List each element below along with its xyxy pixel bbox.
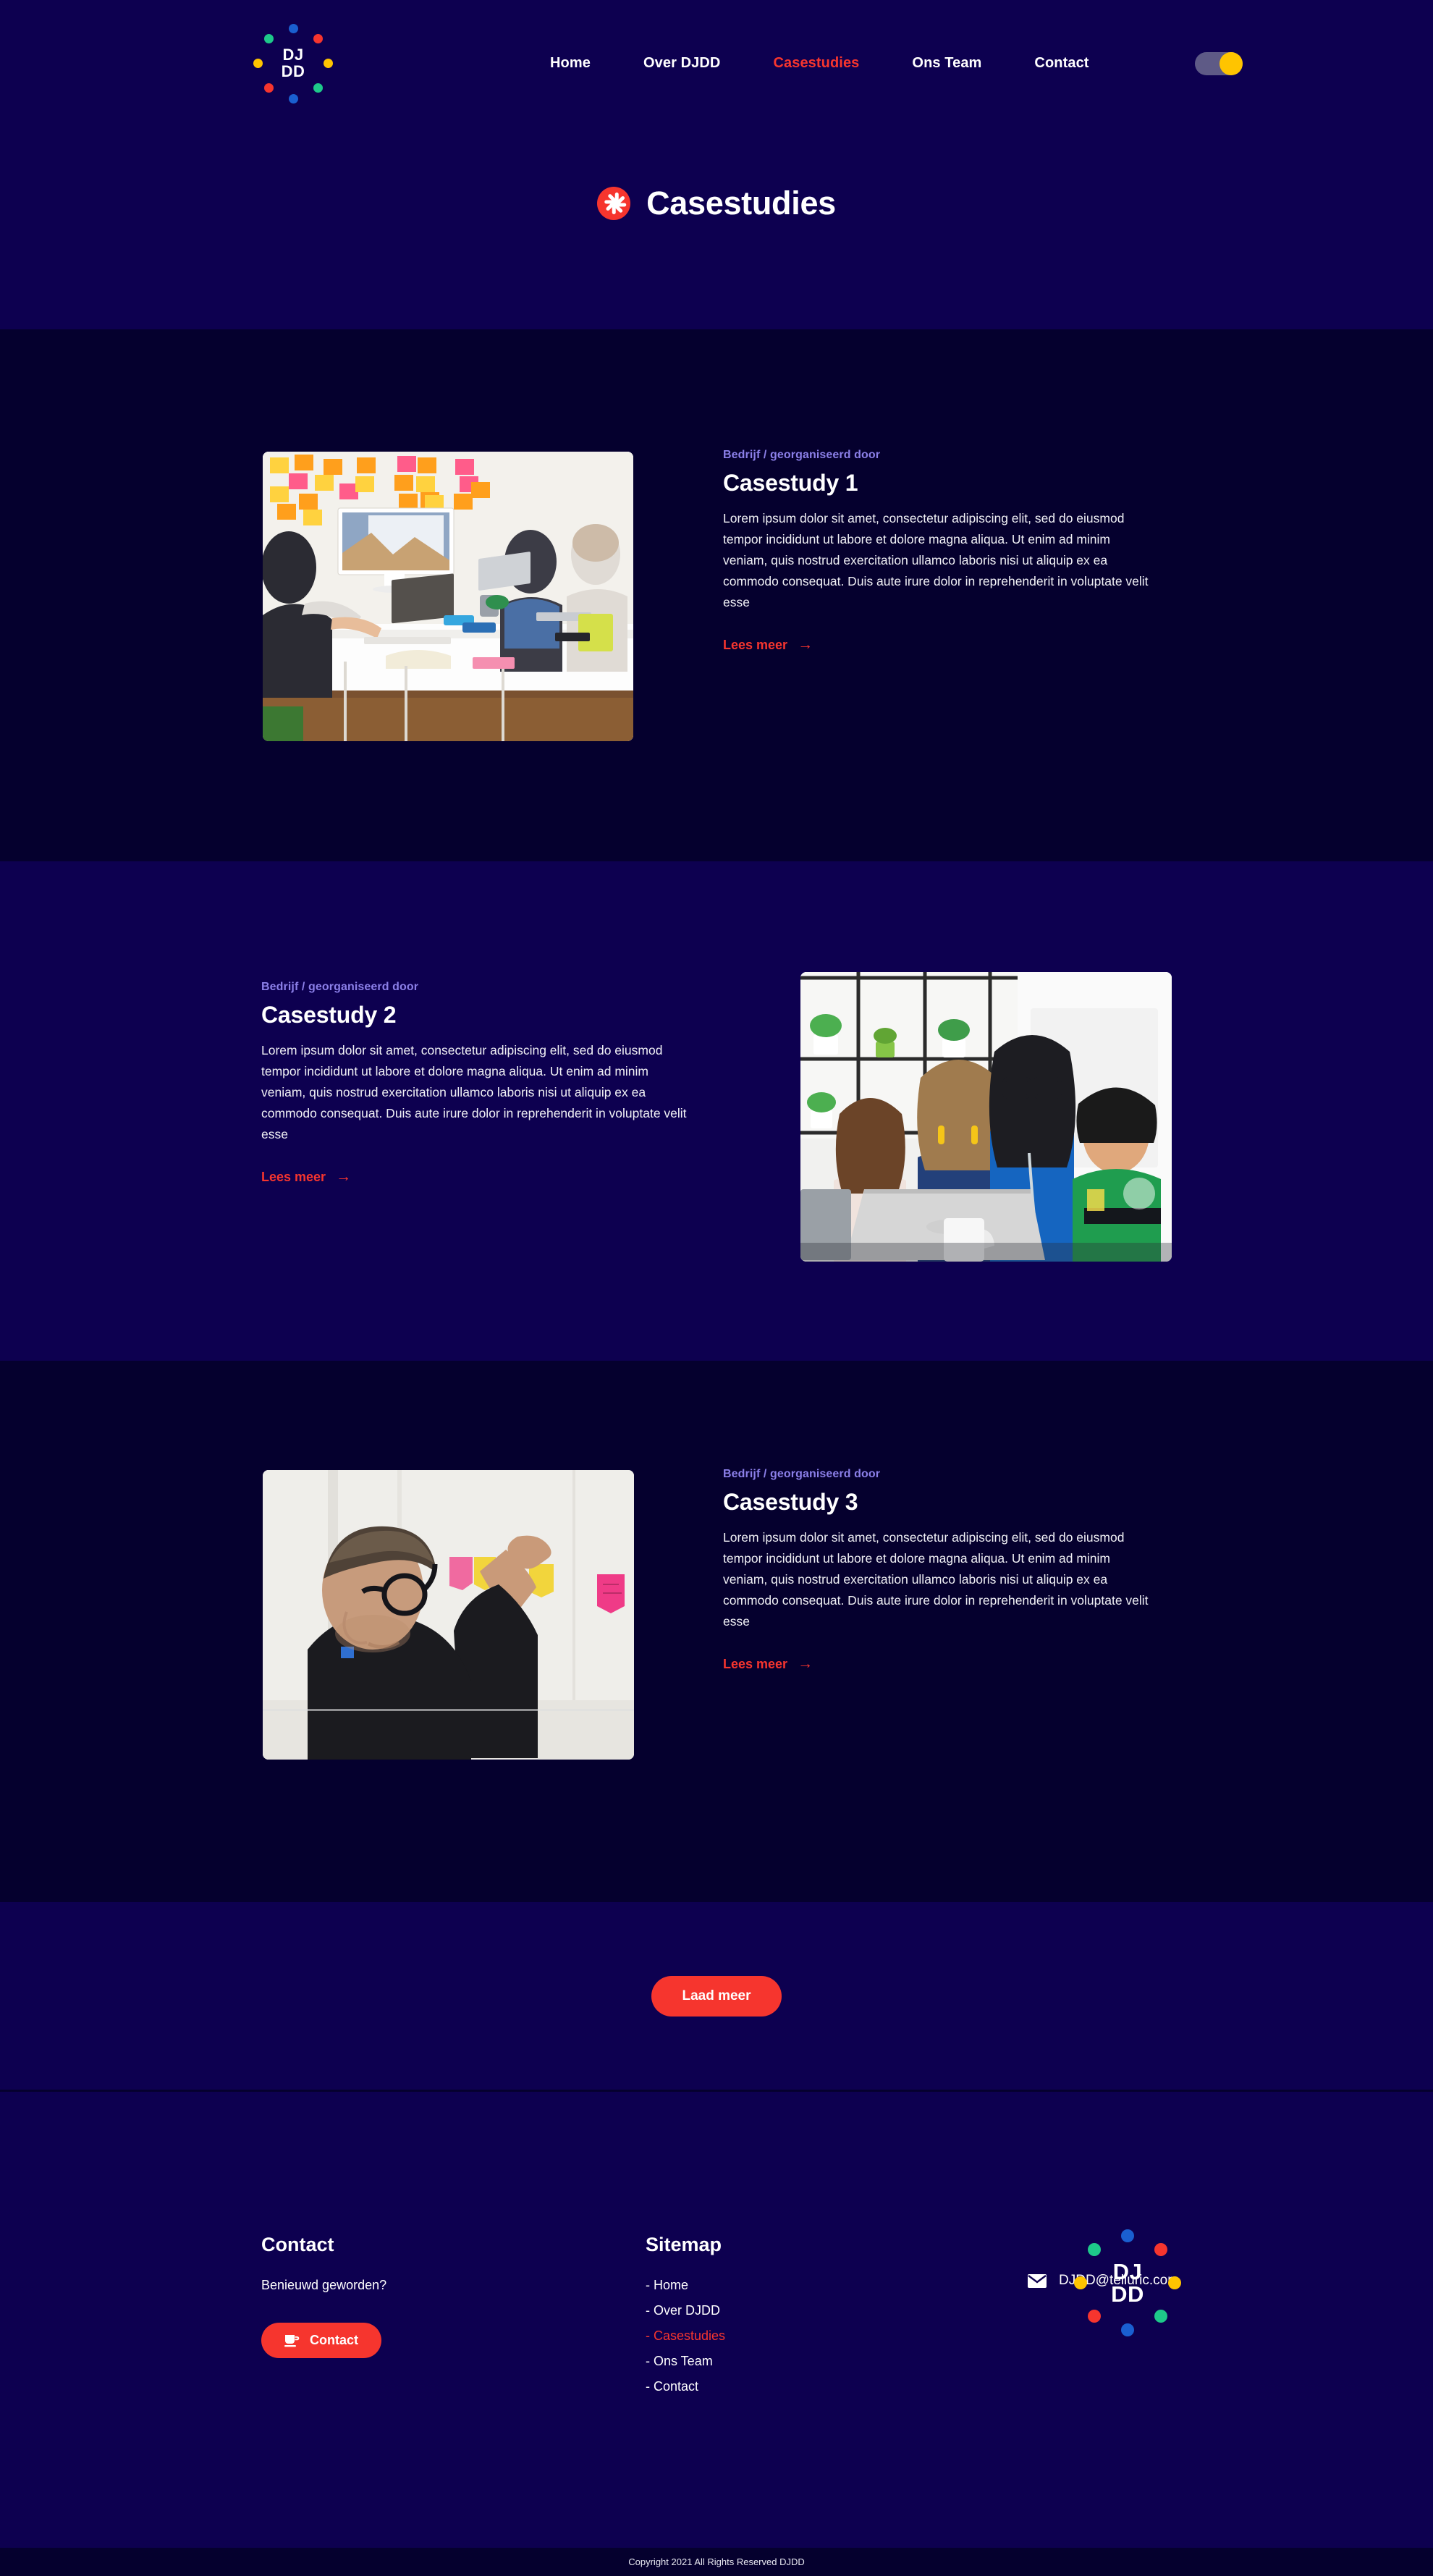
header-section: DJ DD Home Over DJDD Casestudies Ons Tea…	[0, 0, 1433, 329]
casestudy-3-read-more-link[interactable]: Lees meer →	[723, 1655, 813, 1673]
asterisk-burst-icon	[597, 187, 631, 220]
casestudy-1-photo	[263, 452, 633, 741]
sitemap-link-home[interactable]: - Home	[646, 2278, 688, 2292]
casestudy-section-3: Bedrijf / georganiseerd door Casestudy 3…	[0, 1361, 1433, 1902]
copyright-text: Copyright 2021 All Rights Reserved DJDD	[628, 2556, 805, 2567]
casestudy-section-1: Bedrijf / georganiseerd door Casestudy 1…	[0, 329, 1433, 861]
casestudy-3-title: Casestudy 3	[723, 1489, 858, 1515]
nav-item-contact[interactable]: Contact	[1034, 55, 1089, 72]
casestudy-2-photo	[800, 972, 1172, 1262]
arrow-right-icon: →	[336, 1168, 352, 1186]
casestudy-3-content: Bedrijf / georganiseerd door Casestudy 3…	[723, 1468, 1157, 1672]
footer-logo-wordmark: DJ DD	[1074, 2229, 1181, 2336]
casestudy-1-eyebrow: Bedrijf / georganiseerd door	[723, 449, 881, 461]
sitemap-list-item: - Ons Team	[646, 2354, 921, 2369]
casestudy-1-body: Lorem ipsum dolor sit amet, consectetur …	[723, 511, 1149, 610]
casestudy-section-2: Bedrijf / georganiseerd door Casestudy 2…	[0, 861, 1433, 1361]
footer-sitemap-column: Sitemap - Home - Over DJDD - Casestudies…	[646, 2234, 921, 2404]
nav-item-over-djdd[interactable]: Over DJDD	[643, 55, 721, 72]
casestudy-2-title: Casestudy 2	[261, 1002, 397, 1028]
hero-heading-block: Casestudies	[0, 185, 1433, 222]
casestudy-2-read-more-link[interactable]: Lees meer →	[261, 1168, 352, 1186]
read-more-label: Lees meer	[723, 638, 788, 653]
sitemap-list-item: - Home	[646, 2278, 921, 2293]
nav-item-ons-team[interactable]: Ons Team	[912, 55, 981, 72]
footer-brand-column: DJ DD DJDD@telluric.com	[1028, 2229, 1332, 2336]
casestudy-1-content: Bedrijf / georganiseerd door Casestudy 1…	[723, 449, 1157, 653]
footer-contact-column: Contact Benieuwd geworden? Contact	[261, 2234, 565, 2358]
page-title: Casestudies	[646, 185, 836, 221]
coffee-cup-icon	[284, 2334, 300, 2347]
footer-contact-button[interactable]: Contact	[261, 2323, 381, 2358]
casestudy-3-eyebrow: Bedrijf / georganiseerd door	[723, 1468, 881, 1480]
footer-sitemap-heading: Sitemap	[646, 2234, 722, 2255]
arrow-right-icon: →	[798, 1655, 813, 1673]
read-more-label: Lees meer	[261, 1170, 326, 1185]
casestudy-3-photo	[263, 1470, 634, 1760]
nav-item-casestudies[interactable]: Casestudies	[773, 55, 859, 72]
casestudy-1-image[interactable]	[263, 452, 633, 741]
envelope-icon	[1028, 2273, 1047, 2288]
footer-contact-heading: Contact	[261, 2234, 334, 2255]
sitemap-list-item: - Over DJDD	[646, 2303, 921, 2318]
casestudy-2-body: Lorem ipsum dolor sit amet, consectetur …	[261, 1043, 687, 1142]
logo-line-2: DD	[281, 62, 305, 80]
footer-logo-line-1: DJ	[1112, 2259, 1143, 2284]
nav-item-home[interactable]: Home	[550, 55, 591, 72]
arrow-right-icon: →	[798, 636, 813, 654]
read-more-label: Lees meer	[723, 1657, 788, 1672]
sitemap-list-item: - Casestudies	[646, 2328, 921, 2344]
sitemap-link-contact[interactable]: - Contact	[646, 2379, 698, 2394]
load-more-button[interactable]: Laad meer	[651, 1975, 782, 2017]
casestudy-2-content: Bedrijf / georganiseerd door Casestudy 2…	[261, 981, 696, 1185]
load-more-section: Laad meer	[0, 1902, 1433, 2090]
footer-contact-button-label: Contact	[310, 2333, 358, 2347]
sitemap-list-item: - Contact	[646, 2379, 921, 2394]
primary-navigation: Home Over DJDD Casestudies Ons Team Cont…	[550, 51, 1243, 75]
theme-toggle-switch[interactable]	[1194, 51, 1243, 75]
sitemap-link-ons-team[interactable]: - Ons Team	[646, 2354, 713, 2368]
site-footer: Contact Benieuwd geworden? Contact Sitem…	[0, 2090, 1433, 2548]
casestudy-1-title: Casestudy 1	[723, 470, 858, 496]
copyright-bar: Copyright 2021 All Rights Reserved DJDD	[0, 2548, 1433, 2576]
footer-sitemap-list: - Home - Over DJDD - Casestudies - Ons T…	[646, 2278, 921, 2394]
theme-toggle-knob	[1219, 51, 1243, 75]
sitemap-link-over-djdd[interactable]: - Over DJDD	[646, 2303, 720, 2318]
navbar: DJ DD Home Over DJDD Casestudies Ons Tea…	[0, 0, 1433, 127]
footer-contact-subtitle: Benieuwd geworden?	[261, 2278, 387, 2292]
casestudy-3-body: Lorem ipsum dolor sit amet, consectetur …	[723, 1530, 1149, 1629]
sitemap-link-casestudies[interactable]: - Casestudies	[646, 2328, 725, 2343]
casestudy-2-eyebrow: Bedrijf / georganiseerd door	[261, 981, 419, 993]
casestudy-2-image[interactable]	[800, 972, 1172, 1262]
footer-logo-line-2: DD	[1111, 2281, 1144, 2307]
site-logo[interactable]: DJ DD	[253, 23, 333, 104]
logo-line-1: DJ	[282, 46, 304, 64]
logo-wordmark: DJ DD	[253, 24, 333, 104]
casestudy-3-image[interactable]	[263, 1470, 634, 1760]
casestudy-1-read-more-link[interactable]: Lees meer →	[723, 636, 813, 654]
